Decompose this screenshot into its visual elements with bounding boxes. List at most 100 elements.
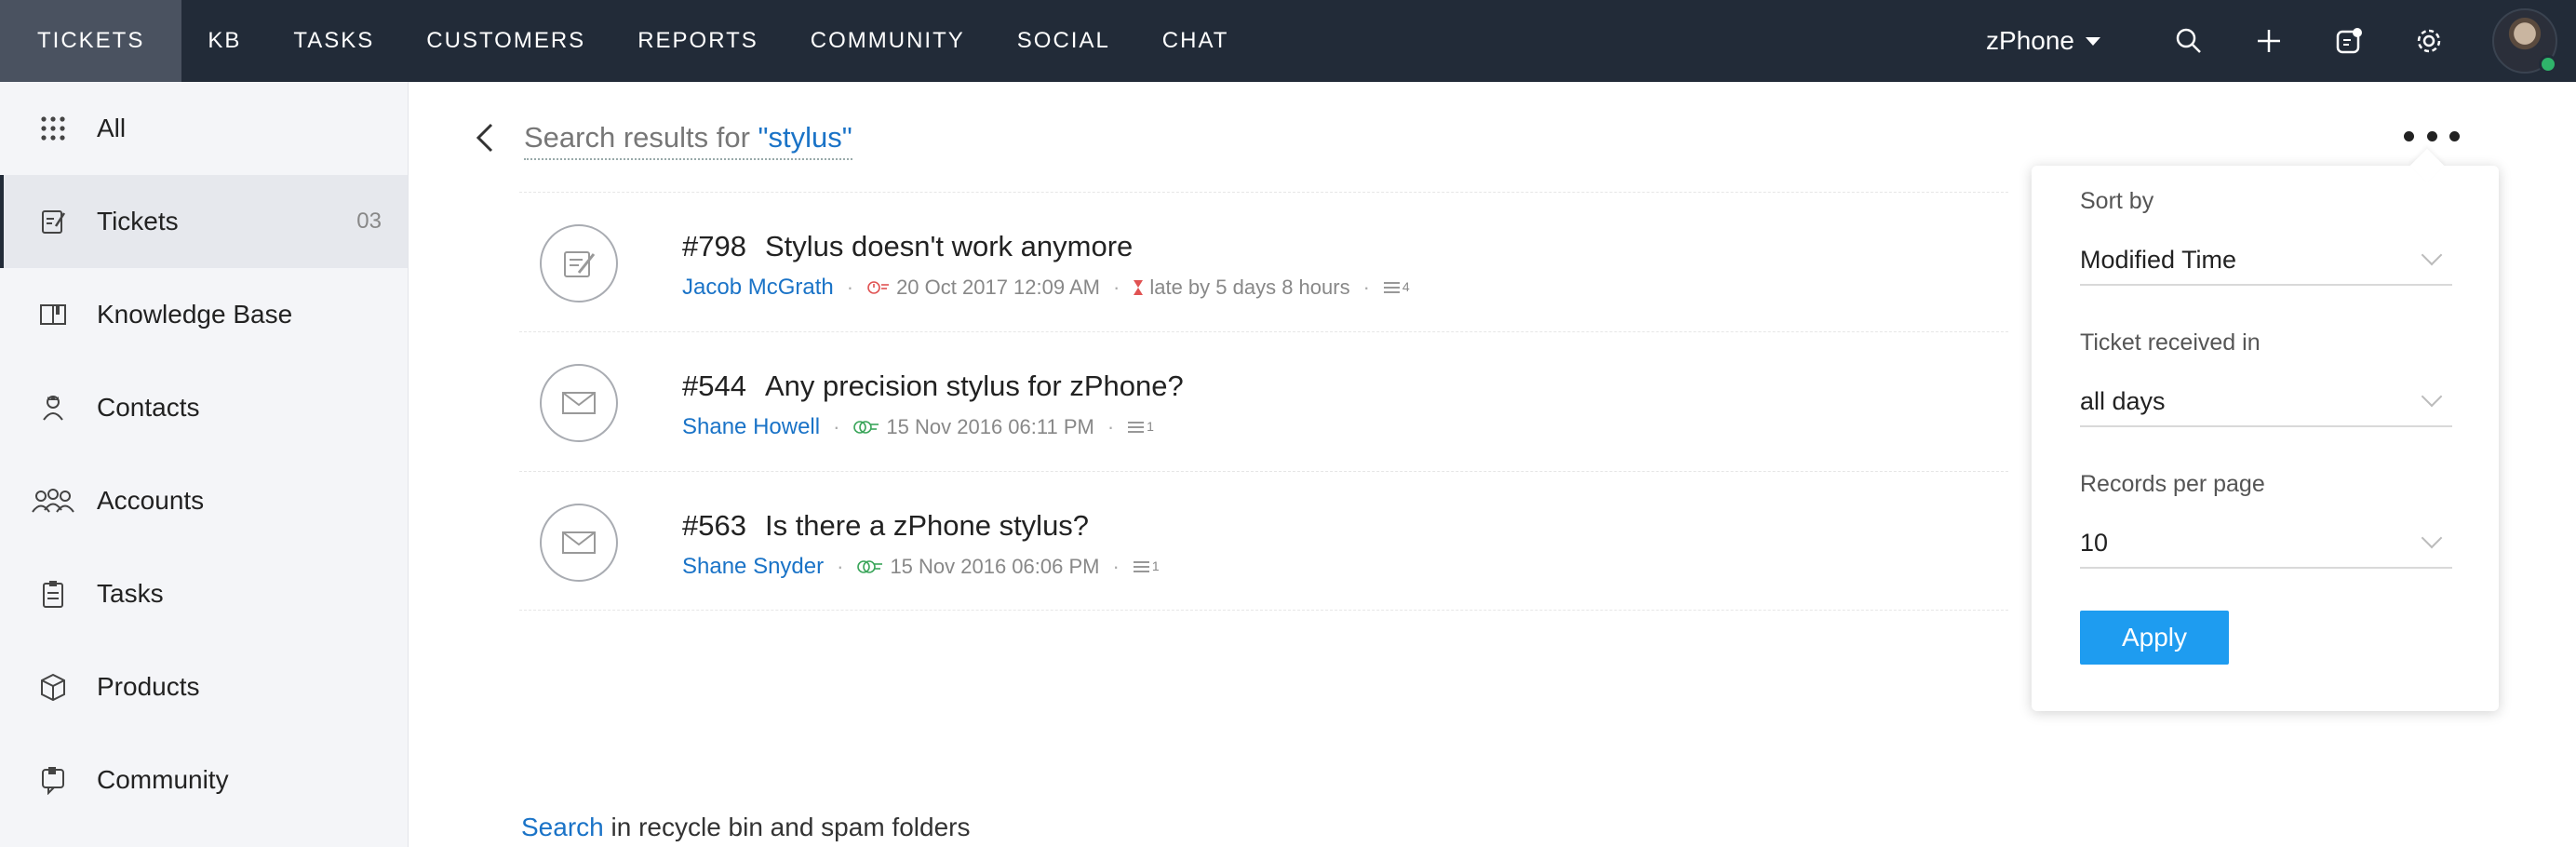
sort-by-value: Modified Time	[2080, 245, 2237, 274]
ticket-date: 20 Oct 2017 12:09 AM	[896, 276, 1100, 299]
sort-by-label: Sort by	[2080, 188, 2154, 214]
separator: ·	[1113, 276, 1120, 299]
ticket-meta: Jacob McGrath · 20 Oct 2017 12:09 AM · l…	[682, 275, 1410, 301]
ticket-contact[interactable]: Shane Snyder	[682, 554, 824, 580]
sidebar-item-community[interactable]: Community	[0, 733, 408, 827]
department-name: zPhone	[1986, 26, 2074, 55]
ticket-status: late by 5 days 8 hours	[1149, 276, 1350, 299]
ticket-date: 15 Nov 2016 06:11 PM	[886, 415, 1094, 438]
more-options-icon[interactable]	[2404, 127, 2460, 145]
separator: ·	[1112, 555, 1120, 578]
ticket-subject: Stylus doesn't work anymore	[764, 230, 1134, 262]
gear-icon[interactable]	[2410, 22, 2448, 60]
ticket-title[interactable]: #563 Is there a zPhone stylus?	[682, 509, 1089, 543]
ticket-meta: Shane Snyder · 15 Nov 2016 06:06 PM · 1	[682, 554, 1160, 580]
separator: ·	[1362, 276, 1370, 299]
ticket-received-select[interactable]: all days	[2080, 377, 2452, 427]
thread-count[interactable]: 1	[1133, 558, 1160, 575]
sidebar-item-label: Tasks	[97, 579, 164, 608]
caret-down-icon	[2086, 36, 2100, 46]
ticket-meta: Shane Howell · 15 Nov 2016 06:11 PM · 1	[682, 414, 1154, 440]
tab-kb[interactable]: KB	[181, 0, 267, 82]
closed-clock-icon	[856, 558, 884, 575]
sidebar-item-accounts[interactable]: Accounts	[0, 454, 408, 547]
ticket-row[interactable]: #798 Stylus doesn't work anymore Jacob Mc…	[519, 192, 2008, 331]
sidebar-item-tickets[interactable]: Tickets 03	[0, 175, 408, 268]
sort-by-select[interactable]: Modified Time	[2080, 235, 2452, 286]
records-per-page-value: 10	[2080, 528, 2109, 557]
ticket-subject: Any precision stylus for zPhone?	[764, 370, 1184, 402]
ticket-row[interactable]: #563 Is there a zPhone stylus? Shane Snyd…	[519, 471, 2008, 611]
thread-icon	[1133, 561, 1149, 572]
separator: ·	[837, 555, 844, 578]
online-status-dot	[2539, 55, 2557, 74]
tab-tasks[interactable]: TASKS	[267, 0, 400, 82]
box-icon	[37, 671, 69, 703]
chevron-down-icon	[2421, 527, 2443, 549]
separator: ·	[833, 415, 840, 438]
notification-icon[interactable]	[2330, 22, 2368, 60]
search-prefix: Search results for	[524, 121, 758, 154]
contact-icon	[37, 392, 69, 424]
ticket-row[interactable]: #544 Any precision stylus for zPhone? Sha…	[519, 331, 2008, 471]
ticket-title[interactable]: #798 Stylus doesn't work anymore	[682, 230, 1133, 263]
tab-community[interactable]: COMMUNITY	[785, 0, 991, 82]
search-results-title: Search results for "stylus"	[524, 121, 852, 160]
ticket-count: 03	[356, 208, 382, 234]
tab-customers[interactable]: CUSTOMERS	[400, 0, 611, 82]
chevron-down-icon	[2421, 244, 2443, 266]
back-arrow-icon[interactable]	[467, 119, 504, 156]
thread-count-value: 1	[1147, 419, 1154, 434]
tab-chat[interactable]: CHAT	[1136, 0, 1255, 82]
ticket-title[interactable]: #544 Any precision stylus for zPhone?	[682, 370, 1184, 403]
sidebar-item-all[interactable]: All	[0, 82, 408, 175]
department-switcher[interactable]: zPhone	[1986, 26, 2100, 56]
records-per-page-select[interactable]: 10	[2080, 518, 2452, 569]
nav-actions: zPhone	[1986, 0, 2576, 82]
sidebar-item-label: Community	[97, 765, 229, 794]
ticket-received-value: all days	[2080, 386, 2166, 415]
ticket-number: #563	[682, 509, 746, 542]
book-icon	[37, 299, 69, 330]
apply-button[interactable]: Apply	[2080, 611, 2229, 665]
avatar[interactable]	[2492, 8, 2557, 74]
thread-count-value: 1	[1151, 558, 1160, 573]
tab-reports[interactable]: REPORTS	[611, 0, 785, 82]
ticket-contact[interactable]: Shane Howell	[682, 414, 820, 440]
sidebar-item-knowledge-base[interactable]: Knowledge Base	[0, 268, 408, 361]
ticket-received-label: Ticket received in	[2080, 329, 2261, 356]
tab-social[interactable]: SOCIAL	[991, 0, 1136, 82]
thread-icon	[1383, 282, 1400, 293]
thread-icon	[1128, 422, 1145, 433]
ticket-contact[interactable]: Jacob McGrath	[682, 275, 834, 301]
ticket-number: #544	[682, 370, 746, 402]
ticket-icon	[37, 206, 69, 237]
envelope-icon	[540, 364, 618, 442]
overdue-clock-icon	[866, 279, 891, 296]
recycle-bin-search-link[interactable]: Search	[521, 813, 604, 841]
sidebar-item-products[interactable]: Products	[0, 640, 408, 733]
plus-icon[interactable]	[2250, 22, 2288, 60]
records-per-page-field: Records per page 10	[2080, 471, 2452, 569]
sidebar-item-contacts[interactable]: Contacts	[0, 361, 408, 454]
sidebar: All Tickets 03 Knowledge Base Contacts A…	[0, 82, 409, 847]
sort-by-field: Sort by Modified Time	[2080, 188, 2452, 286]
ticket-number: #798	[682, 230, 746, 262]
chevron-down-icon	[2421, 385, 2443, 408]
envelope-icon	[540, 504, 618, 582]
recycle-bin-search-hint: Search in recycle bin and spam folders	[521, 813, 970, 842]
sidebar-item-tasks[interactable]: Tasks	[0, 547, 408, 640]
tab-tickets[interactable]: TICKETS	[0, 0, 182, 82]
top-nav: TICKETS KB TASKS CUSTOMERS REPORTS COMMU…	[0, 0, 2576, 82]
thread-count[interactable]: 4	[1383, 279, 1410, 296]
clipboard-icon	[37, 578, 69, 610]
ticket-subject: Is there a zPhone stylus?	[764, 509, 1090, 542]
community-icon	[37, 764, 69, 796]
search-options-panel: Sort by Modified Time Ticket received in…	[2032, 148, 2499, 711]
search-icon[interactable]	[2170, 22, 2207, 60]
thread-count[interactable]: 1	[1127, 419, 1154, 436]
web-form-icon	[540, 224, 618, 302]
sidebar-item-label: Knowledge Base	[97, 300, 293, 329]
recycle-bin-search-text: in recycle bin and spam folders	[603, 813, 971, 841]
separator: ·	[846, 276, 854, 299]
